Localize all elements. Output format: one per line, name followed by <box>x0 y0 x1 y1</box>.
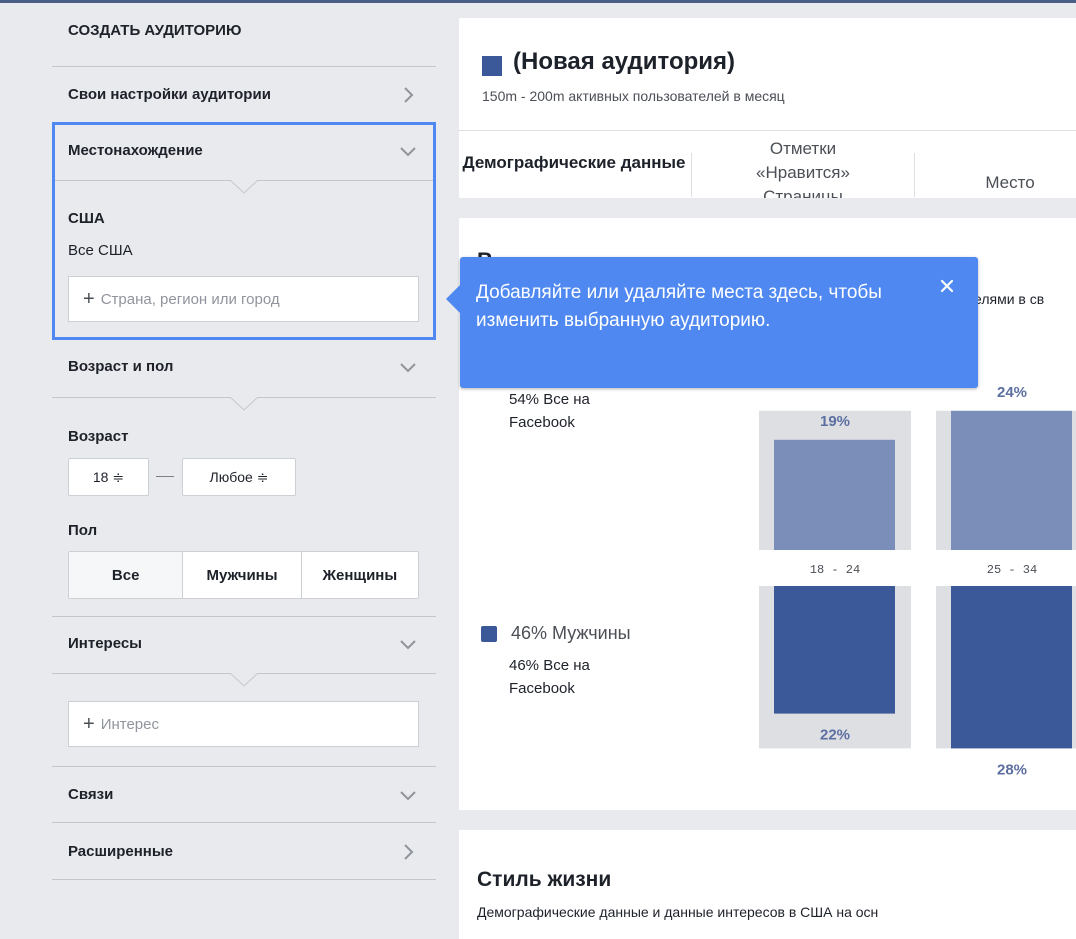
gender-option-all[interactable]: Все <box>69 552 183 598</box>
divider <box>52 822 436 823</box>
location-tooltip: Добавляйте или удаляйте места здесь, что… <box>446 257 978 388</box>
location-scope: Все США <box>68 242 133 259</box>
insights-tabs: Демографические данные Отметки «Нравится… <box>459 130 1076 198</box>
tab-demographics[interactable]: Демографические данные <box>459 151 689 198</box>
close-icon[interactable] <box>938 277 956 295</box>
women-data-label: 24% <box>997 384 1027 401</box>
chevron-down-icon[interactable] <box>398 634 418 654</box>
notch-arrow <box>229 396 259 411</box>
section-custom-label[interactable]: Свои настройки аудитории <box>68 86 271 103</box>
chevron-right-icon[interactable] <box>398 842 418 862</box>
men-data-label: 28% <box>997 761 1027 778</box>
divider <box>52 66 436 67</box>
audience-size: 150m - 200m активных пользователей в мес… <box>482 88 785 104</box>
chevron-down-icon[interactable] <box>398 141 418 161</box>
men-bar <box>774 586 895 714</box>
audience-header: (Новая аудитория) 150m - 200m активных п… <box>459 18 1076 130</box>
plus-icon: + <box>83 288 95 310</box>
chevron-down-icon[interactable] <box>398 785 418 805</box>
tab-location-label: Место <box>985 173 1035 192</box>
tab-page-likes-label: Отметки «Нравится» Страницы <box>756 139 850 198</box>
divider <box>52 616 436 617</box>
divider <box>52 766 436 767</box>
gender-option-women[interactable]: Женщины <box>300 552 418 598</box>
tab-demographics-label: Демографические данные <box>462 153 686 172</box>
age-label: Возраст <box>68 428 129 445</box>
location-input[interactable]: + Страна, регион или город <box>68 276 419 322</box>
lifestyle-subtitle: Демографические данные и данные интересо… <box>477 904 879 920</box>
men-bar <box>951 586 1072 749</box>
location-country: США <box>68 210 105 227</box>
tab-page-likes[interactable]: Отметки «Нравится» Страницы <box>693 137 913 198</box>
section-advanced-label[interactable]: Расширенные <box>68 843 173 860</box>
audience-color-square <box>482 56 502 76</box>
notch-arrow <box>229 179 259 194</box>
location-input-placeholder: Страна, регион или город <box>100 290 280 308</box>
section-connections-label[interactable]: Связи <box>68 786 113 803</box>
plus-icon: + <box>83 713 95 735</box>
age-min-select[interactable]: 18 ≑ <box>68 458 149 496</box>
tab-location[interactable]: Место <box>915 171 1076 198</box>
audience-title: (Новая аудитория) <box>513 48 736 75</box>
gender-segmented-control: Все Мужчины Женщины <box>68 551 419 599</box>
interest-input-placeholder: Интерес <box>100 715 159 733</box>
age-tick-label: 25 - 34 <box>987 563 1037 577</box>
age-tick-label: 18 - 24 <box>810 563 860 577</box>
gender-label: Пол <box>68 522 98 539</box>
section-interests-label[interactable]: Интересы <box>68 635 142 652</box>
audience-sidebar: СОЗДАТЬ АУДИТОРИЮ Свои настройки аудитор… <box>52 0 436 939</box>
age-dash <box>156 476 174 477</box>
women-bar <box>951 410 1072 550</box>
section-location-label[interactable]: Местонахождение <box>68 142 203 159</box>
men-data-label: 22% <box>820 727 850 744</box>
lifestyle-card: Стиль жизни Демографические данные и дан… <box>459 830 1076 939</box>
chevron-down-icon[interactable] <box>398 357 418 377</box>
women-data-label: 19% <box>820 413 850 430</box>
age-max-select[interactable]: Любое ≑ <box>182 458 296 496</box>
divider <box>52 879 436 880</box>
chevron-right-icon[interactable] <box>398 85 418 105</box>
gender-option-men[interactable]: Мужчины <box>182 552 300 598</box>
tooltip-text: Добавляйте или удаляйте места здесь, что… <box>476 282 882 331</box>
lifestyle-title: Стиль жизни <box>477 868 612 891</box>
sidebar-title: СОЗДАТЬ АУДИТОРИЮ <box>68 22 242 39</box>
women-bar <box>774 439 895 550</box>
tab-separator <box>691 153 692 197</box>
interest-input[interactable]: + Интерес <box>68 701 419 747</box>
notch-arrow <box>229 672 259 687</box>
section-age-gender-label[interactable]: Возраст и пол <box>68 358 173 375</box>
